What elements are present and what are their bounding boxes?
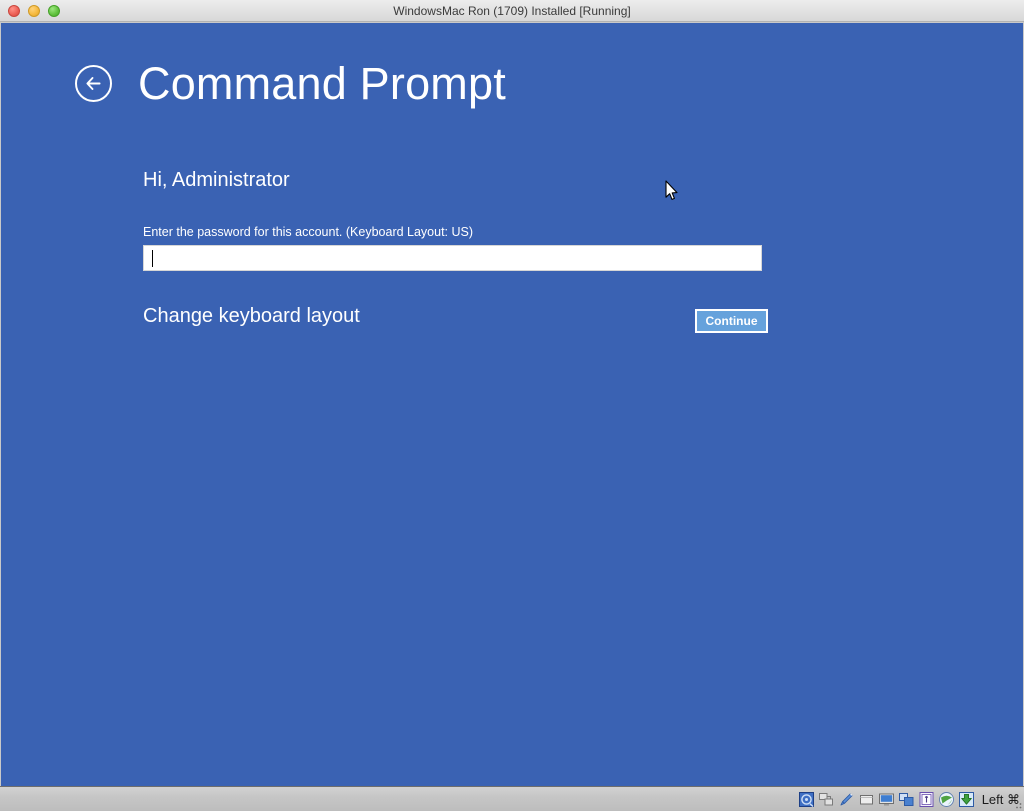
display-icon[interactable] <box>878 791 895 808</box>
page-title: Command Prompt <box>138 58 506 109</box>
continue-button[interactable]: Continue <box>695 309 768 333</box>
mouse-cursor <box>665 180 678 200</box>
change-keyboard-layout-link[interactable]: Change keyboard layout <box>143 305 360 328</box>
page-header: Command Prompt <box>75 61 506 106</box>
account-greeting: Hi, Administrator <box>143 169 290 191</box>
optical-disk-icon[interactable] <box>838 791 855 808</box>
statusbar-icon-group: Left ⌘ <box>798 789 1020 810</box>
password-instruction-label: Enter the password for this account. (Ke… <box>143 225 474 239</box>
hard-disk-icon[interactable] <box>798 791 815 808</box>
resize-grip-icon[interactable] <box>1011 798 1023 810</box>
virtualbox-vm-window: WindowsMac Ron (1709) Installed [Running… <box>0 0 1024 811</box>
text-caret <box>152 250 153 267</box>
floppy-disk-icon[interactable] <box>858 791 875 808</box>
remote-desktop-icon[interactable] <box>938 791 955 808</box>
network-icon[interactable] <box>818 791 835 808</box>
password-input[interactable] <box>143 245 762 271</box>
window-title: WindowsMac Ron (1709) Installed [Running… <box>393 4 631 18</box>
vm-display-area[interactable]: Command Prompt Hi, Administrator Enter t… <box>1 23 1023 786</box>
back-arrow-circle-icon[interactable] <box>75 65 112 102</box>
window-titlebar: WindowsMac Ron (1709) Installed [Running… <box>0 0 1024 22</box>
usb-icon[interactable] <box>918 791 935 808</box>
shared-folders-icon[interactable] <box>958 791 975 808</box>
virtualbox-statusbar: Left ⌘ <box>0 786 1024 811</box>
shared-clipboard-icon[interactable] <box>898 791 915 808</box>
